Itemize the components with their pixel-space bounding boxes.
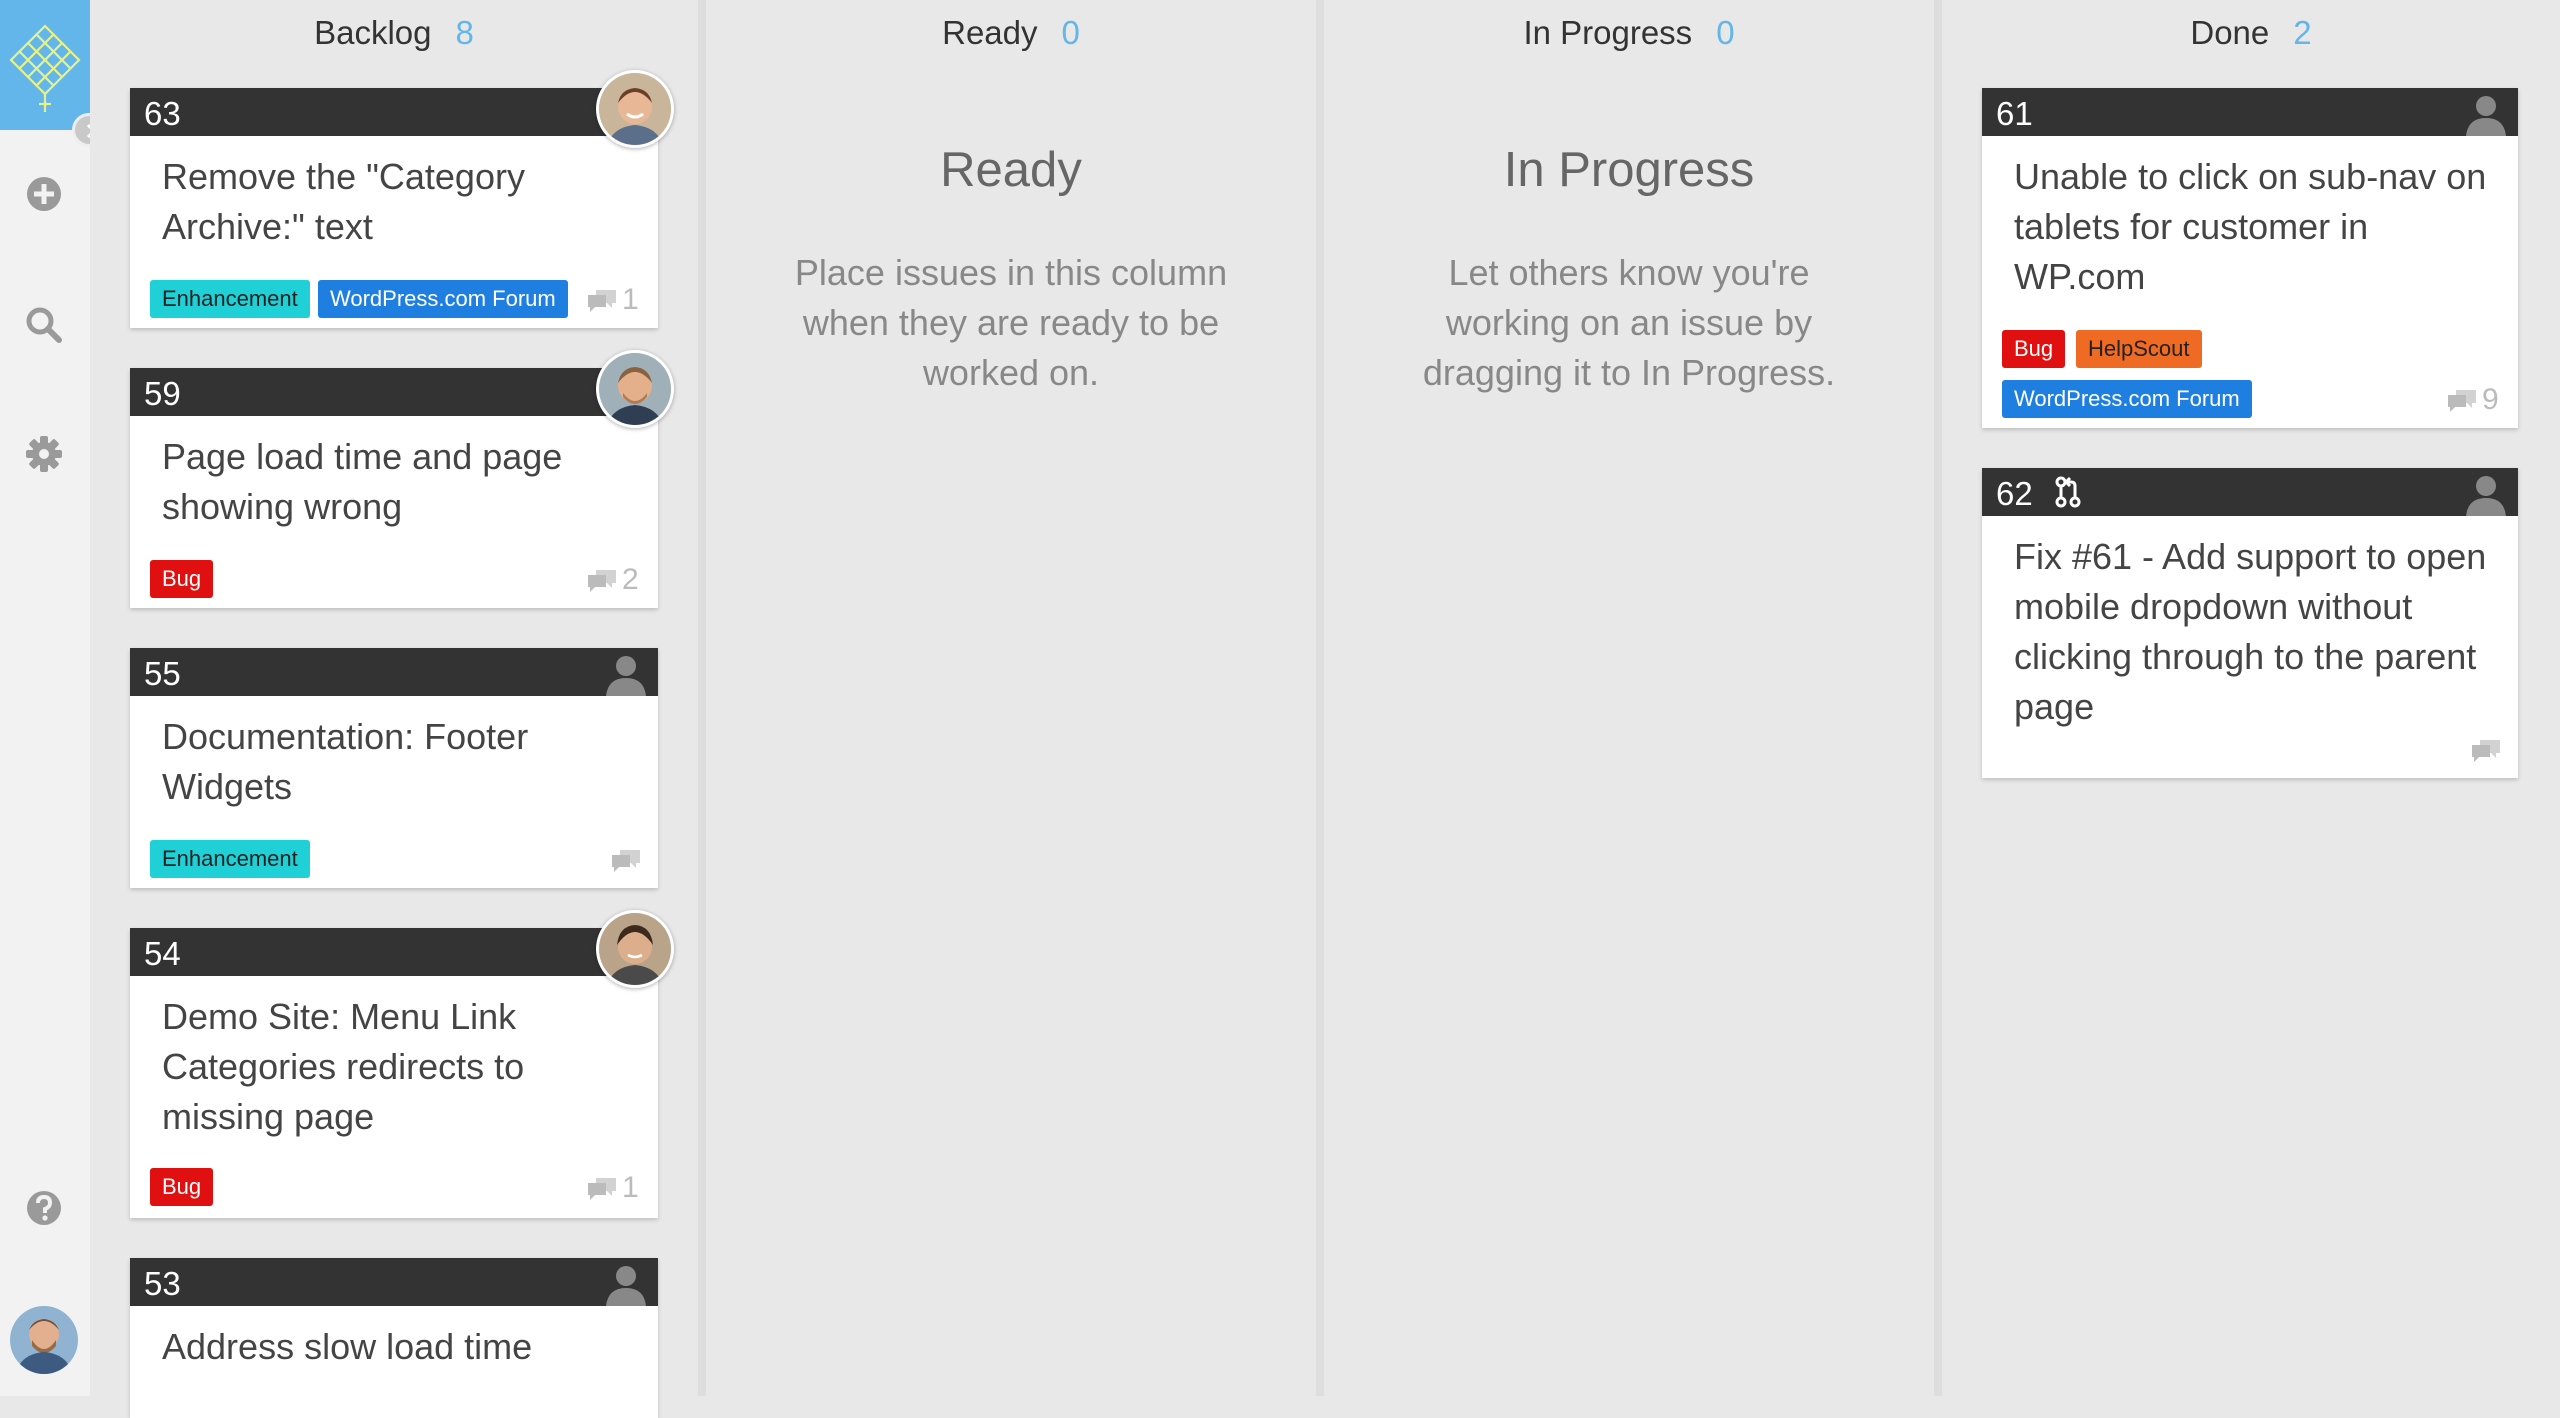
- add-icon: [27, 177, 61, 211]
- assignee-avatar[interactable]: [596, 350, 674, 428]
- column-header: Done 2: [1942, 14, 2560, 52]
- card-header: 61: [1982, 88, 2518, 136]
- issue-number: 59: [144, 375, 181, 412]
- comment-count: [610, 842, 646, 878]
- column-name: In Progress: [1523, 14, 1693, 51]
- user-avatar-icon: [599, 73, 671, 145]
- comment-count: 1: [586, 282, 639, 318]
- empty-column-text: Let others know you're working on an iss…: [1422, 252, 1836, 393]
- label-helpscout[interactable]: HelpScout: [2076, 330, 2202, 368]
- column-done: Done 2 61 Unable to click on sub-nav on t…: [1942, 0, 2560, 1396]
- unassigned-user-icon[interactable]: [604, 652, 648, 696]
- column-header: Ready 0: [706, 14, 1316, 52]
- column-count: 8: [455, 14, 474, 51]
- comments-icon: [588, 570, 616, 593]
- user-avatar-icon: [599, 913, 671, 985]
- label-wordpress-forum[interactable]: WordPress.com Forum: [318, 280, 568, 318]
- empty-column-title: In Progress: [1503, 143, 1755, 197]
- gear-icon: [26, 436, 62, 472]
- comment-count: [2470, 732, 2506, 768]
- issue-title[interactable]: Fix #61 - Add support to open mobile dro…: [2014, 532, 2504, 732]
- search-button[interactable]: [24, 305, 64, 345]
- label-bug[interactable]: Bug: [150, 1168, 214, 1206]
- assignee-avatar[interactable]: [596, 70, 674, 148]
- comments-icon: [2472, 740, 2500, 763]
- column-divider: [698, 0, 706, 1396]
- label-bug[interactable]: Bug: [2002, 330, 2066, 368]
- card-header: 62: [1982, 468, 2518, 516]
- pull-request-icon: [2055, 476, 2081, 508]
- issue-title[interactable]: Address slow load time: [162, 1322, 632, 1372]
- unassigned-user-icon[interactable]: [604, 1262, 648, 1306]
- column-backlog: Backlog 8 63 Remove the "Category Archive…: [90, 0, 698, 1418]
- column-header: In Progress 0: [1324, 14, 1934, 52]
- column-divider: [1316, 0, 1324, 1396]
- current-user-avatar[interactable]: [10, 1306, 78, 1374]
- comment-count: 9: [2446, 382, 2499, 418]
- empty-column-title: Ready: [940, 143, 1082, 197]
- issue-card-62[interactable]: 62 Fix #61 - Add support to open mobile …: [1982, 468, 2518, 778]
- issue-number: 55: [144, 655, 181, 692]
- column-count: 0: [1716, 14, 1735, 51]
- issue-card-55[interactable]: 55 Documentation: Footer Widgets Enhance…: [130, 648, 658, 888]
- column-name: Done: [2190, 14, 2270, 51]
- diamond-grid-logo-icon: [9, 24, 81, 112]
- search-icon: [26, 307, 62, 343]
- column-count: 2: [2293, 14, 2312, 51]
- column-name: Backlog: [314, 14, 432, 51]
- empty-column-text: Place issues in this column when they ar…: [794, 252, 1228, 393]
- comments-icon: [588, 1178, 616, 1201]
- column-name: Ready: [942, 14, 1038, 51]
- issue-card-53[interactable]: 53 Address slow load time: [130, 1258, 658, 1418]
- comments-icon: [2448, 390, 2476, 413]
- app-logo[interactable]: [0, 0, 90, 130]
- add-issue-button[interactable]: [24, 174, 64, 214]
- issue-title[interactable]: Remove the "Category Archive:" text: [162, 152, 632, 252]
- user-avatar-icon: [599, 353, 671, 425]
- user-avatar-icon: [10, 1306, 78, 1374]
- comment-count: 1: [586, 1170, 639, 1206]
- unassigned-user-icon[interactable]: [2464, 472, 2508, 516]
- issue-card-61[interactable]: 61 Unable to click on sub-nav on tablets…: [1982, 88, 2518, 428]
- comments-icon: [588, 290, 616, 313]
- comment-count: 2: [586, 562, 639, 598]
- issue-number: 53: [144, 1265, 181, 1302]
- unassigned-user-icon[interactable]: [2464, 92, 2508, 136]
- column-divider: [1934, 0, 1942, 1396]
- column-ready: Ready 0 Ready Place issues in this column…: [706, 0, 1316, 1396]
- issue-card-63[interactable]: 63 Remove the "Category Archive:" text E…: [130, 70, 674, 328]
- issue-card-54[interactable]: 54 Demo Site: Menu Link Categories redir…: [130, 910, 674, 1218]
- card-header: 53: [130, 1258, 658, 1306]
- settings-button[interactable]: [24, 434, 64, 474]
- column-header: Backlog 8: [90, 14, 698, 52]
- label-wordpress-forum[interactable]: WordPress.com Forum: [2002, 380, 2252, 418]
- issue-title[interactable]: Documentation: Footer Widgets: [162, 712, 632, 812]
- label-bug[interactable]: Bug: [150, 560, 214, 598]
- issue-number: 61: [1996, 95, 2033, 132]
- card-header: 55: [130, 648, 658, 696]
- card-header: 63: [130, 88, 658, 136]
- issue-number: 63: [144, 95, 181, 132]
- label-enhancement[interactable]: Enhancement: [150, 840, 310, 878]
- issue-title[interactable]: Demo Site: Menu Link Categories redirect…: [162, 992, 632, 1142]
- assignee-avatar[interactable]: [596, 910, 674, 988]
- help-icon: [27, 1191, 61, 1225]
- card-header: 59: [130, 368, 658, 416]
- issue-card-59[interactable]: 59 Page load time and page showing wrong…: [130, 350, 674, 608]
- column-count: 0: [1061, 14, 1080, 51]
- issue-number: 54: [144, 935, 181, 972]
- issue-title[interactable]: Unable to click on sub-nav on tablets fo…: [2014, 152, 2494, 302]
- sidebar: [0, 0, 106, 1396]
- label-enhancement[interactable]: Enhancement: [150, 280, 310, 318]
- issue-title[interactable]: Page load time and page showing wrong: [162, 432, 632, 532]
- issue-number: 62: [1996, 475, 2033, 512]
- column-in-progress: In Progress 0 In Progress Let others know…: [1324, 0, 1934, 1396]
- help-button[interactable]: [24, 1188, 64, 1228]
- card-header: 54: [130, 928, 658, 976]
- comments-icon: [612, 850, 640, 873]
